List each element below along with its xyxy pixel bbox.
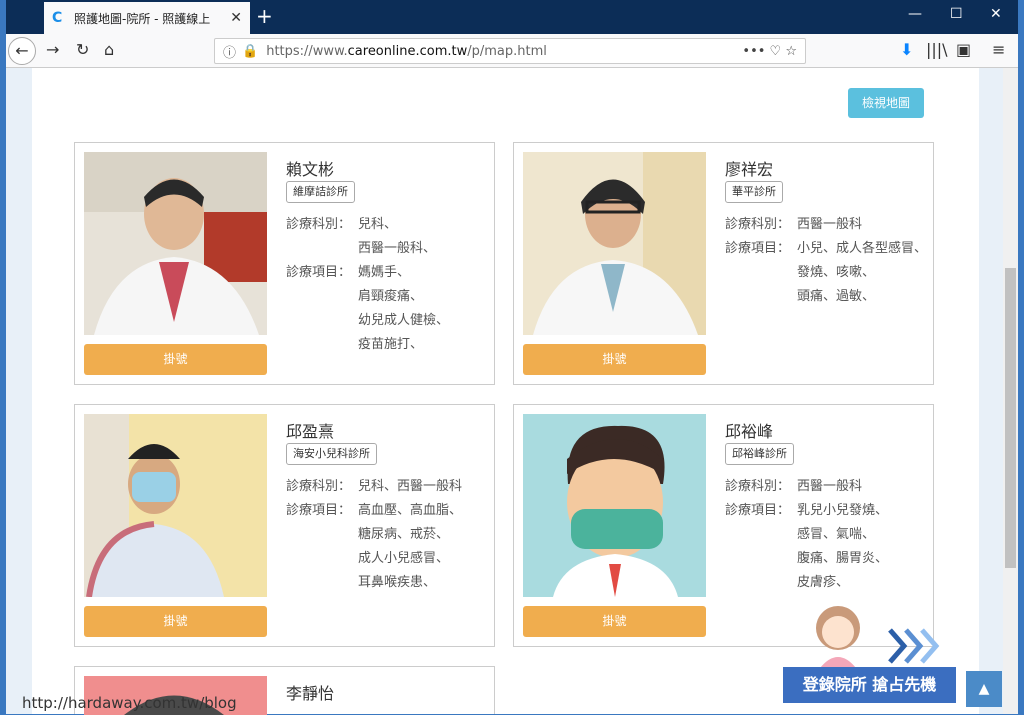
chevrons-icon: [888, 628, 944, 664]
specialty-label: 診療科別：: [286, 217, 352, 232]
book-button[interactable]: 掛號: [84, 606, 267, 637]
doctor-info: 診療科別： 兒科、西醫一般科 診療項目： 高血壓、高血脂、 糖尿病、戒菸、 成人小兒…: [286, 475, 491, 595]
new-tab-icon[interactable]: +: [256, 4, 273, 28]
items-label: 診療項目：: [286, 265, 352, 280]
items-label: 診療項目：: [725, 503, 791, 518]
view-map-button[interactable]: 檢視地圖: [848, 88, 924, 118]
specialty-label: 診療科別：: [725, 479, 791, 494]
items-value: 乳兒小兒發燒、 感冒、氣喘、 腹痛、腸胃炎、 皮膚疹、: [797, 503, 889, 590]
doctor-info: 診療科別： 西醫一般科 診療項目： 乳兒小兒發燒、 感冒、氣喘、 腹痛、腸胃炎、 皮…: [725, 475, 930, 595]
doctor-name: 廖祥宏: [725, 160, 774, 179]
specialty-value: 西醫一般科: [797, 479, 863, 494]
specialty-value: 兒科、西醫一般科: [358, 479, 463, 494]
minimize-icon[interactable]: —: [908, 6, 922, 22]
url-host: careonline.com.tw: [347, 43, 468, 59]
doctor-photo: [523, 414, 706, 597]
library-icon[interactable]: |||\: [926, 40, 948, 59]
url-bar[interactable]: ⓘ 🔒 https://www. careonline.com.tw /p/ma…: [214, 38, 806, 64]
doctor-name: 賴文彬: [286, 160, 335, 179]
watermark: http://hardaway.com.tw/blog: [22, 694, 237, 712]
reload-icon[interactable]: ↻: [76, 40, 89, 59]
menu-icon[interactable]: ≡: [992, 40, 1005, 59]
back-icon[interactable]: ←: [8, 37, 36, 65]
sidebar-icon[interactable]: ▣: [956, 40, 971, 59]
book-button[interactable]: 掛號: [84, 344, 267, 375]
back-to-top-button[interactable]: ▲: [966, 671, 1002, 707]
info-icon[interactable]: ⓘ: [223, 42, 236, 61]
specialty-label: 診療科別：: [286, 479, 352, 494]
scrollbar-thumb[interactable]: [1005, 268, 1016, 568]
doctor-name: 李靜怡: [286, 684, 335, 703]
tab-title: 照護地圖-院所 - 照護線上: [74, 11, 211, 26]
url-path: /p/map.html: [467, 43, 547, 59]
doctor-card: 掛號 賴文彬 維摩詰診所 診療科別： 兒科、 西醫一般科、 診療項目： 媽媽手、 肩…: [74, 142, 495, 385]
url-prefix: https://www.: [266, 43, 348, 59]
doctor-name: 邱裕峰: [725, 422, 774, 441]
specialty-label: 診療科別：: [725, 217, 791, 232]
nav-bar: ← → ↻ ⌂ ⓘ 🔒 https://www. careonline.com.…: [6, 34, 1018, 68]
doctor-photo: [84, 414, 267, 597]
scrollbar[interactable]: [1003, 68, 1018, 714]
close-tab-icon[interactable]: ✕: [230, 10, 242, 26]
page-actions-icon[interactable]: ••• ♡ ☆: [742, 44, 797, 59]
title-bar: C 照護地圖-院所 - 照護線上 ✕ + — ☐ ✕: [6, 0, 1018, 34]
mascot-icon: [808, 600, 868, 668]
clinic-tag[interactable]: 維摩詰診所: [286, 181, 355, 203]
doctor-info: 診療科別： 西醫一般科 診療項目： 小兒、成人各型感冒、 發燒、咳嗽、 頭痛、過敏、: [725, 213, 930, 309]
items-value: 媽媽手、 肩頸痠痛、 幼兒成人健檢、 疫苗施打、: [358, 265, 450, 352]
doctor-name: 邱盈熹: [286, 422, 335, 441]
download-icon[interactable]: ⬇: [900, 40, 913, 59]
book-button[interactable]: 掛號: [523, 606, 706, 637]
maximize-icon[interactable]: ☐: [950, 6, 963, 22]
doctor-card: 掛號 邱裕峰 邱裕峰診所 診療科別： 西醫一般科 診療項目： 乳兒小兒發燒、 感冒、…: [513, 404, 934, 647]
forward-icon[interactable]: →: [46, 40, 59, 59]
doctor-card: 掛號 廖祥宏 華平診所 診療科別： 西醫一般科 診療項目： 小兒、成人各型感冒、 發…: [513, 142, 934, 385]
lock-icon: 🔒: [242, 43, 259, 59]
close-window-icon[interactable]: ✕: [990, 6, 1002, 22]
items-label: 診療項目：: [286, 503, 352, 518]
clinic-tag[interactable]: 邱裕峰診所: [725, 443, 794, 465]
specialty-value: 西醫一般科: [797, 217, 863, 232]
home-icon[interactable]: ⌂: [104, 40, 114, 59]
clinic-tag[interactable]: 華平診所: [725, 181, 783, 203]
doctor-card: 掛號 邱盈熹 海安小兒科診所 診療科別： 兒科、西醫一般科 診療項目： 高血壓、高血…: [74, 404, 495, 647]
favicon-icon: C: [52, 10, 63, 26]
register-banner[interactable]: 登錄院所 搶占先機: [783, 667, 956, 703]
items-value: 小兒、成人各型感冒、 發燒、咳嗽、 頭痛、過敏、: [797, 241, 928, 304]
browser-tab[interactable]: C 照護地圖-院所 - 照護線上 ✕: [44, 2, 250, 34]
clinic-tag[interactable]: 海安小兒科診所: [286, 443, 377, 465]
doctor-info: 診療科別： 兒科、 西醫一般科、 診療項目： 媽媽手、 肩頸痠痛、 幼兒成人健檢、 …: [286, 213, 491, 357]
doctor-photo: [84, 152, 267, 335]
items-label: 診療項目：: [725, 241, 791, 256]
items-value: 高血壓、高血脂、 糖尿病、戒菸、 成人小兒感冒、 耳鼻喉疾患、: [358, 503, 463, 590]
specialty-value: 兒科、 西醫一般科、: [358, 217, 437, 256]
book-button[interactable]: 掛號: [523, 344, 706, 375]
doctor-photo: [523, 152, 706, 335]
